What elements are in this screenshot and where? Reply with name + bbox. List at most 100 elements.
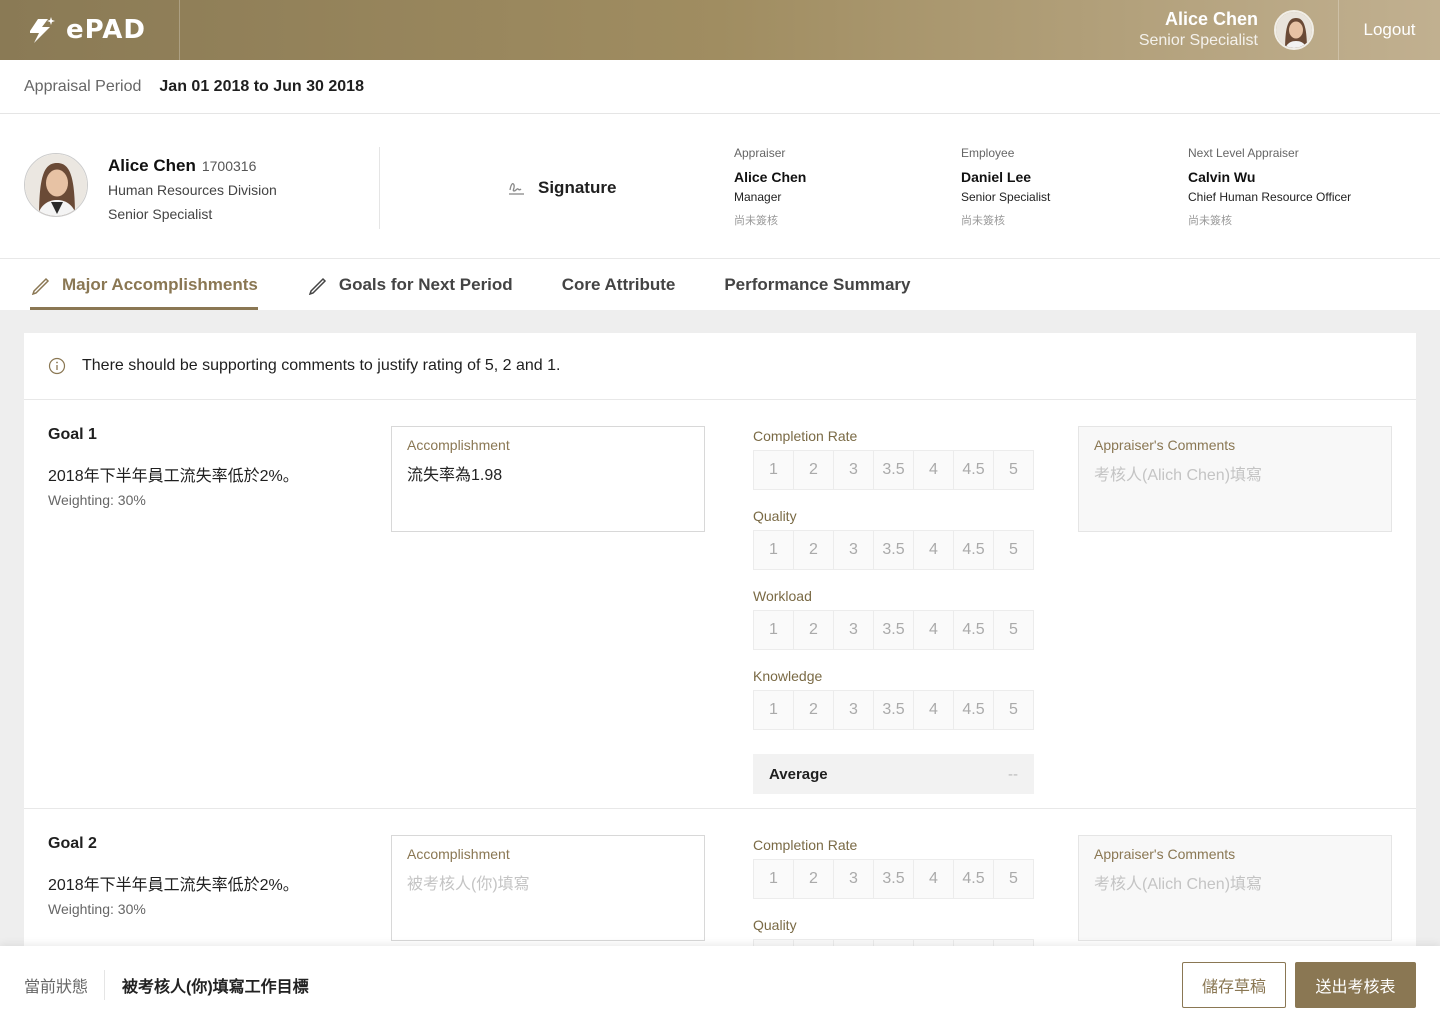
- signature-button[interactable]: Signature: [508, 178, 616, 198]
- rating-label: Knowledge: [753, 668, 823, 684]
- rating-option[interactable]: 5: [994, 691, 1033, 729]
- rating-option[interactable]: 1: [754, 611, 794, 649]
- appraiser-comments-field[interactable]: Appraiser's Comments 考核人(Alich Chen)填寫: [1078, 835, 1392, 941]
- rating-option[interactable]: 4: [914, 531, 954, 569]
- employee-id: 1700316: [201, 158, 257, 174]
- rating-option[interactable]: 1: [754, 860, 794, 898]
- tab-label: Performance Summary: [724, 274, 911, 294]
- comments-label: Appraiser's Comments: [1094, 846, 1236, 862]
- employee-label: Employee: [961, 146, 1015, 160]
- profile-division: Human Resources Division: [108, 182, 277, 198]
- comments-placeholder: 考核人(Alich Chen)填寫: [1094, 467, 1263, 484]
- rating-option[interactable]: 5: [994, 531, 1033, 569]
- top-header: ePAD Alice Chen Senior Specialist Logout: [0, 0, 1440, 60]
- rating-option[interactable]: 3: [834, 451, 874, 489]
- accomplishments-panel: There should be supporting comments to j…: [24, 333, 1416, 1024]
- signature-label: Signature: [538, 178, 617, 197]
- rating-label: Workload: [753, 588, 812, 604]
- rating-option[interactable]: 4.5: [954, 611, 994, 649]
- rating-option[interactable]: 4.5: [954, 531, 994, 569]
- rating-option[interactable]: 4: [914, 611, 954, 649]
- user-menu[interactable]: Alice Chen Senior Specialist: [1139, 8, 1338, 52]
- tab-label: Goals for Next Period: [338, 274, 513, 294]
- profile-card: Alice Chen 1700316 Human Resources Divisi…: [0, 114, 1440, 259]
- rating-option[interactable]: 2: [794, 860, 834, 898]
- rating-option[interactable]: 4.5: [954, 451, 994, 489]
- accomplishment-label: Accomplishment: [407, 846, 510, 862]
- rating-workload: Workload 1 2 3 3.5 4 4.5 5: [753, 588, 1034, 668]
- next-level-appraiser-title: Chief Human Resource Officer: [1188, 190, 1352, 204]
- signature-icon: [509, 183, 524, 195]
- rating-option[interactable]: 3.5: [874, 611, 914, 649]
- rating-option[interactable]: 3.5: [874, 860, 914, 898]
- rating-option[interactable]: 4: [914, 691, 954, 729]
- save-draft-button[interactable]: 儲存草稿: [1182, 962, 1286, 1008]
- rating-option[interactable]: 1: [754, 531, 794, 569]
- rating-option[interactable]: 3: [834, 611, 874, 649]
- tab-label: Major Accomplishments: [62, 274, 258, 294]
- rating-option[interactable]: 2: [794, 531, 834, 569]
- tab-goals-next-period[interactable]: Goals for Next Period: [307, 259, 513, 310]
- rating-option[interactable]: 1: [754, 451, 794, 489]
- pencil-icon: [31, 277, 50, 295]
- tab-label: Core Attribute: [561, 274, 676, 294]
- rating-option[interactable]: 2: [794, 611, 834, 649]
- user-role: Senior Specialist: [1138, 32, 1258, 49]
- appraiser-comments-field[interactable]: Appraiser's Comments 考核人(Alich Chen)填寫: [1078, 426, 1392, 532]
- submit-button[interactable]: 送出考核表: [1295, 962, 1416, 1008]
- appraiser-block: Appraiser Alice Chen Manager 尚未簽核: [734, 141, 806, 233]
- next-level-appraiser-block: Next Level Appraiser Calvin Wu Chief Hum…: [1188, 141, 1351, 233]
- user-name: Alice Chen: [1164, 9, 1258, 29]
- goal-description: 2018年下半年員工流失率低於2%。: [48, 877, 299, 894]
- status-label: 當前狀態: [24, 970, 106, 1000]
- logout-button[interactable]: Logout: [1338, 0, 1440, 60]
- rating-option[interactable]: 3.5: [874, 451, 914, 489]
- tab-major-accomplishments[interactable]: Major Accomplishments: [30, 259, 258, 310]
- info-icon: [48, 357, 66, 375]
- rating-option[interactable]: 5: [994, 611, 1033, 649]
- rating-option[interactable]: 4.5: [954, 860, 994, 898]
- period-label: Appraisal Period: [24, 77, 142, 95]
- pencil-icon: [308, 277, 326, 295]
- goal-title: Goal 1: [48, 426, 97, 443]
- rating-option[interactable]: 4: [914, 451, 954, 489]
- average-label: Average: [769, 765, 828, 783]
- accomplishment-field[interactable]: Accomplishment 流失率為1.98: [391, 426, 705, 532]
- rating-option[interactable]: 2: [794, 691, 834, 729]
- accomplishment-value: 流失率為1.98: [407, 467, 503, 484]
- rating-option[interactable]: 3.5: [874, 531, 914, 569]
- rating-option[interactable]: 4: [914, 860, 954, 898]
- rating-option[interactable]: 3: [834, 691, 874, 729]
- tab-core-attribute[interactable]: Core Attribute: [562, 259, 676, 310]
- rating-option[interactable]: 4.5: [954, 691, 994, 729]
- accomplishment-placeholder: 被考核人(你)填寫: [407, 876, 530, 893]
- app-logo[interactable]: ePAD: [0, 0, 180, 60]
- rating-option[interactable]: 1: [754, 691, 794, 729]
- rating-option[interactable]: 2: [794, 451, 834, 489]
- rating-knowledge: Knowledge 1 2 3 3.5 4 4.5 5: [753, 668, 1034, 748]
- avatar: [24, 153, 88, 217]
- appraiser-status: 尚未簽核: [734, 215, 778, 227]
- accomplishment-field[interactable]: Accomplishment 被考核人(你)填寫: [391, 835, 705, 941]
- tab-performance-summary[interactable]: Performance Summary: [724, 259, 910, 310]
- next-level-appraiser-name: Calvin Wu: [1188, 169, 1256, 185]
- rating-label: Quality: [753, 917, 797, 933]
- rating-option[interactable]: 5: [994, 451, 1033, 489]
- notice-text: There should be supporting comments to j…: [82, 357, 561, 374]
- status-value: 被考核人(你)填寫工作目標: [122, 979, 309, 996]
- rating-buttons: 1233.544.55: [753, 859, 1034, 899]
- appraisal-period-bar: Appraisal Period Jan 01 2018 to Jun 30 2…: [0, 60, 1440, 114]
- rating-option[interactable]: 3.5: [874, 691, 914, 729]
- rating-quality: Quality 1233.544.55: [753, 508, 1034, 588]
- rating-completion-rate: Completion Rate 1 2 3 3.5 4 4.5 5: [753, 428, 1034, 508]
- rating-option[interactable]: 5: [994, 860, 1033, 898]
- profile-title: Senior Specialist: [108, 206, 213, 222]
- goal-title: Goal 2: [48, 835, 97, 852]
- rating-label: Completion Rate: [753, 428, 858, 444]
- rating-option[interactable]: 3: [834, 531, 874, 569]
- rating-notice: There should be supporting comments to j…: [24, 333, 1416, 400]
- accomplishment-label: Accomplishment: [407, 437, 510, 453]
- avatar[interactable]: [1274, 10, 1314, 50]
- tab-bar: Major Accomplishments Goals for Next Per…: [0, 259, 1440, 310]
- rating-option[interactable]: 3: [834, 860, 874, 898]
